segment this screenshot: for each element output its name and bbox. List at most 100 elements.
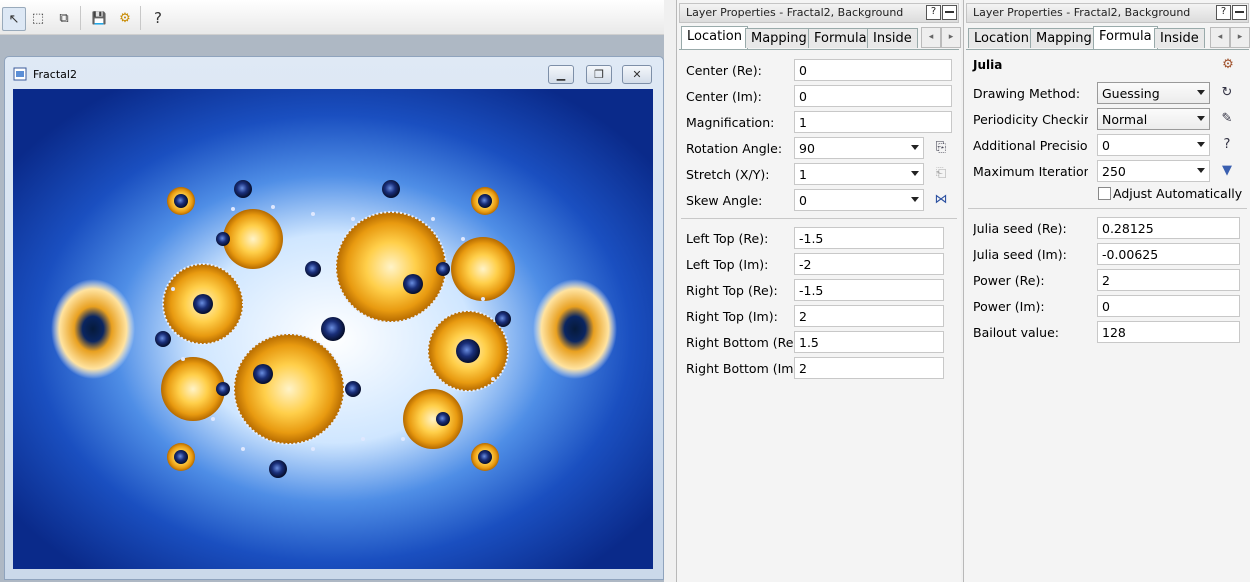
panel-title: Layer Properties - Fractal2, Background (686, 6, 904, 19)
field-label: Left Top (Re): (686, 231, 769, 246)
fractal-document-window[interactable]: Fractal2 ▁ ❐ ✕ (4, 56, 664, 580)
panel-header: Layer Properties - Fractal2, Background … (966, 3, 1249, 23)
tab-scroll-right-button[interactable]: ▸ (1230, 27, 1250, 48)
help-button[interactable]: ? (147, 7, 169, 29)
formula-browse-icon[interactable]: ⚙ (1219, 56, 1237, 74)
tab-formula[interactable]: Formula (808, 28, 873, 48)
maximum-iterations-row: Maximum Iterations 250 ▼ (964, 158, 1250, 184)
tab-location[interactable]: Location (968, 28, 1035, 48)
center-im-row: Center (Im): 0 (677, 83, 961, 109)
tab-location[interactable]: Location (681, 26, 748, 49)
skew-angle-combo[interactable]: 0 (794, 189, 924, 211)
flip-icon[interactable]: ⋈ (932, 191, 950, 209)
center-re-row: Center (Re): 0 (677, 57, 961, 83)
right-bottom-re-input[interactable]: 1.5 (794, 331, 944, 353)
triangle-down-icon[interactable]: ▼ (1218, 162, 1236, 180)
right-top-im-input[interactable]: 2 (794, 305, 944, 327)
chevron-down-icon (1197, 116, 1205, 121)
restore-button[interactable]: ❐ (586, 65, 612, 84)
field-label: Julia seed (Im): (973, 247, 1067, 262)
fractal-canvas[interactable] (13, 89, 653, 569)
tab-scroll-right-button[interactable]: ▸ (941, 27, 961, 48)
field-label: Left Top (Im): (686, 257, 769, 272)
field-label: Right Top (Im): (686, 309, 778, 324)
floppy-disk-icon: 💾 (91, 11, 107, 25)
tab-scroll-left-button[interactable]: ◂ (921, 27, 941, 48)
field-label: Bailout value: (973, 325, 1059, 340)
marquee-icon: ⬚ (31, 10, 45, 26)
field-label: Drawing Method: (973, 86, 1081, 101)
center-im-input[interactable]: 0 (794, 85, 952, 107)
rotation-angle-combo[interactable]: 90 (794, 137, 924, 159)
maximum-iterations-combo[interactable]: 250 (1097, 160, 1210, 182)
render-settings-button[interactable]: ⚙ (114, 7, 136, 29)
panel-title: Layer Properties - Fractal2, Background (973, 6, 1191, 19)
power-im-input[interactable]: 0 (1097, 295, 1240, 317)
adjust-automatically-checkbox[interactable] (1098, 187, 1111, 200)
power-re-input[interactable]: 2 (1097, 269, 1240, 291)
section-divider (968, 208, 1247, 209)
julia-seed-im-input[interactable]: -0.00625 (1097, 243, 1240, 265)
tab-scroll-left-button[interactable]: ◂ (1210, 27, 1230, 48)
chevron-down-icon (1197, 142, 1205, 147)
edit-icon[interactable]: ✎ (1218, 110, 1236, 128)
bailout-input[interactable]: 128 (1097, 321, 1240, 343)
document-title: Fractal2 (33, 67, 77, 81)
help-icon[interactable]: ? (1218, 136, 1236, 154)
field-label: Power (Re): (973, 273, 1045, 288)
left-top-im-input[interactable]: -2 (794, 253, 944, 275)
julia-seed-re-input[interactable]: 0.28125 (1097, 217, 1240, 239)
tab-inside[interactable]: Inside (867, 28, 918, 48)
document-icon (13, 67, 27, 81)
julia-seed-re-row: Julia seed (Re): 0.28125 (964, 215, 1250, 241)
panel-minimize-button[interactable] (942, 5, 957, 20)
combo-value: 0 (799, 193, 807, 208)
magnification-input[interactable]: 1 (794, 111, 952, 133)
field-label: Power (Im): (973, 299, 1045, 314)
layers-tool-button[interactable]: ⧉ (53, 7, 75, 29)
minimize-icon (945, 11, 954, 13)
power-im-row: Power (Im): 0 (964, 293, 1250, 319)
power-re-row: Power (Re): 2 (964, 267, 1250, 293)
close-button[interactable]: ✕ (622, 65, 652, 84)
periodicity-checking-select[interactable]: Normal (1097, 108, 1210, 130)
right-bottom-re-row: Right Bottom (Re) 1.5 (677, 329, 961, 355)
panel-minimize-button[interactable] (1232, 5, 1247, 20)
drawing-method-select[interactable]: Guessing (1097, 82, 1210, 104)
tab-formula[interactable]: Formula (1093, 26, 1158, 49)
field-label: Skew Angle: (686, 193, 763, 208)
tab-inside[interactable]: Inside (1154, 28, 1205, 48)
additional-precision-combo[interactable]: 0 (1097, 134, 1210, 156)
section-divider (681, 218, 957, 219)
right-bottom-im-input[interactable]: 2 (794, 357, 944, 379)
right-top-re-input[interactable]: -1.5 (794, 279, 944, 301)
select-value: Guessing (1102, 86, 1160, 101)
toolbar-separator (80, 6, 81, 30)
stretch-row: Stretch (X/Y): 1 ⎗ (677, 161, 961, 187)
stretch-combo[interactable]: 1 (794, 163, 924, 185)
chevron-down-icon (911, 145, 919, 150)
save-button[interactable]: 💾 (88, 7, 110, 29)
field-label: Additional Precision (973, 138, 1088, 153)
select-tool-button[interactable]: ↖ (2, 7, 26, 31)
combo-value: 250 (1102, 164, 1126, 179)
tab-mapping[interactable]: Mapping (745, 28, 813, 48)
field-label: Right Bottom (Im) (686, 361, 799, 376)
field-label: Julia seed (Re): (973, 221, 1067, 236)
left-top-re-input[interactable]: -1.5 (794, 227, 944, 249)
copy-icon[interactable]: ⎘ (932, 139, 950, 157)
marquee-tool-button[interactable]: ⬚ (27, 7, 49, 29)
close-icon: ✕ (632, 68, 642, 81)
minimize-icon: ▁ (556, 68, 566, 81)
minimize-button[interactable]: ▁ (548, 65, 574, 84)
tab-mapping[interactable]: Mapping (1030, 28, 1098, 48)
center-re-input[interactable]: 0 (794, 59, 952, 81)
chevron-down-icon (1197, 168, 1205, 173)
right-top-re-row: Right Top (Re): -1.5 (677, 277, 961, 303)
main-toolbar: ↖ ⬚ ⧉ 💾 ⚙ ? (0, 0, 664, 35)
refresh-icon[interactable]: ↻ (1218, 84, 1236, 102)
paste-icon[interactable]: ⎗ (932, 165, 950, 183)
panel-help-button[interactable]: ? (926, 5, 941, 20)
field-label: Center (Im): (686, 89, 762, 104)
panel-help-button[interactable]: ? (1216, 5, 1231, 20)
